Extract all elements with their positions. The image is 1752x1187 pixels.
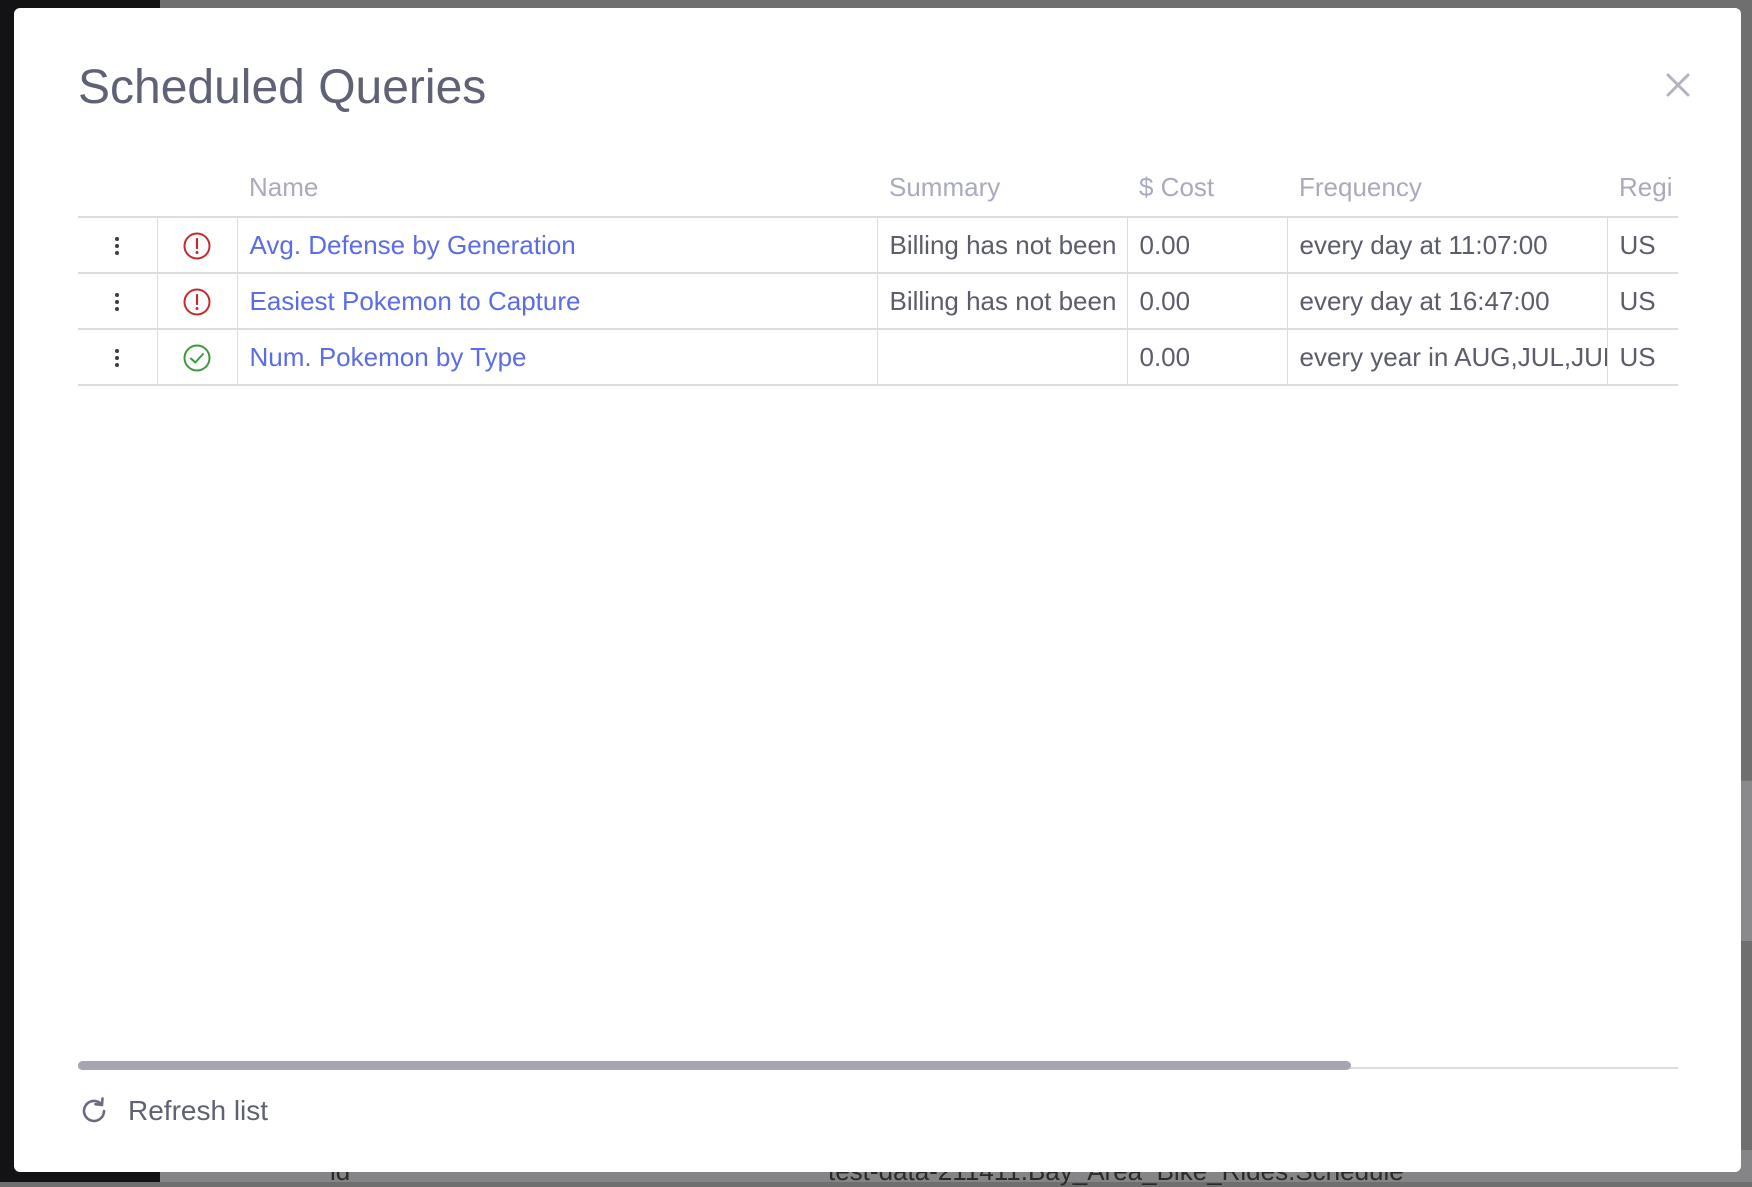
column-header-cost[interactable]: $ Cost: [1127, 158, 1287, 218]
column-header-summary[interactable]: Summary: [877, 158, 1127, 218]
table-row[interactable]: Easiest Pokemon to Capture Billing has n…: [78, 273, 1678, 330]
more-options-icon[interactable]: [107, 343, 127, 373]
query-name-cell: Avg. Defense by Generation: [237, 217, 878, 274]
row-menu-cell: [78, 217, 158, 274]
refresh-icon: [82, 1097, 106, 1123]
queries-table-container[interactable]: Name Summary $ Cost Frequency Regi Avg. …: [78, 158, 1678, 1078]
cost-cell: 0.00: [1127, 273, 1288, 330]
queries-table: Name Summary $ Cost Frequency Regi Avg. …: [78, 158, 1678, 386]
query-name-link[interactable]: Num. Pokemon by Type: [250, 342, 527, 372]
query-name-link[interactable]: Easiest Pokemon to Capture: [250, 286, 581, 316]
row-menu-cell: [78, 273, 158, 330]
region-cell: US: [1607, 273, 1678, 330]
cost-cell: 0.00: [1127, 217, 1288, 274]
status-cell: [157, 329, 238, 386]
table-row[interactable]: Num. Pokemon by Type 0.00 every year in …: [78, 329, 1678, 386]
error-icon: [183, 288, 211, 316]
frequency-cell: every day at 16:47:00: [1287, 273, 1608, 330]
column-header-region[interactable]: Regi: [1607, 158, 1678, 218]
error-icon: [183, 232, 211, 260]
status-cell: [157, 273, 238, 330]
column-header-frequency[interactable]: Frequency: [1287, 158, 1607, 218]
horizontal-scrollbar-thumb[interactable]: [78, 1061, 1351, 1070]
cost-cell: 0.00: [1127, 329, 1288, 386]
region-cell: US: [1607, 329, 1678, 386]
column-header-menu: [78, 158, 157, 218]
table-header: Name Summary $ Cost Frequency Regi: [78, 158, 1678, 218]
region-cell: US: [1607, 217, 1678, 274]
more-options-icon[interactable]: [107, 231, 127, 261]
modal-title: Scheduled Queries: [78, 61, 487, 114]
row-menu-cell: [78, 329, 158, 386]
summary-cell: Billing has not been: [877, 273, 1128, 330]
query-name-cell: Num. Pokemon by Type: [237, 329, 878, 386]
column-header-name[interactable]: Name: [237, 158, 877, 218]
success-check-icon: [183, 344, 211, 372]
query-name-cell: Easiest Pokemon to Capture: [237, 273, 878, 330]
table-row[interactable]: Avg. Defense by Generation Billing has n…: [78, 217, 1678, 274]
refresh-list-button[interactable]: Refresh list: [78, 1093, 268, 1129]
refresh-list-label: Refresh list: [128, 1095, 269, 1126]
scheduled-queries-modal: Scheduled Queries Name Summary $ Cost Fr…: [14, 8, 1741, 1172]
status-cell: [157, 217, 238, 274]
frequency-cell: every day at 11:07:00: [1287, 217, 1608, 274]
column-header-status: [157, 158, 237, 218]
query-name-link[interactable]: Avg. Defense by Generation: [250, 230, 576, 260]
frequency-cell: every year in AUG,JUL,JUN: [1287, 329, 1608, 386]
summary-cell: Billing has not been: [877, 217, 1128, 274]
summary-cell: [877, 329, 1128, 386]
more-options-icon[interactable]: [107, 287, 127, 317]
close-icon: [1666, 73, 1690, 97]
close-button[interactable]: [1656, 63, 1700, 107]
